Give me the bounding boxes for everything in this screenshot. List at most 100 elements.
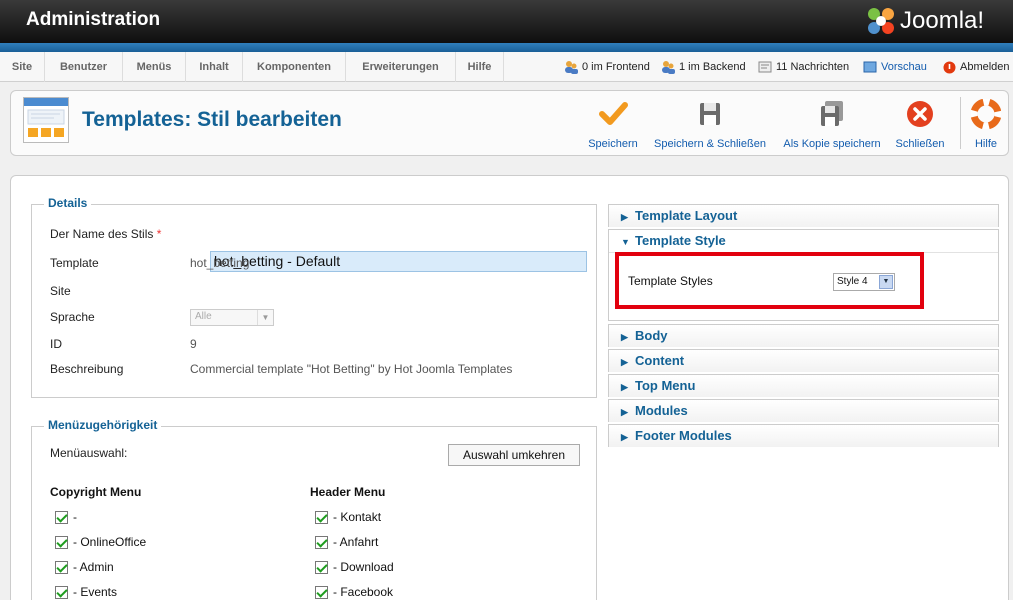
menu-item-label: - OnlineOffice: [73, 535, 147, 549]
messages-icon: [758, 61, 772, 73]
panel-content[interactable]: ▶ Content: [608, 349, 999, 372]
panel-footer-modules[interactable]: ▶ Footer Modules: [608, 424, 999, 447]
save-close-label: Speichern & Schließen: [654, 138, 766, 150]
preview-icon: [863, 61, 877, 73]
menu-item-label: - Facebook: [333, 585, 394, 599]
save-button[interactable]: Speichern: [581, 99, 645, 150]
close-icon: [907, 101, 933, 127]
panel-template-layout[interactable]: ▶ Template Layout: [608, 204, 999, 227]
menu-selection-label: Menüauswahl:: [50, 446, 128, 460]
save-copy-label: Als Kopie speichern: [783, 138, 881, 150]
menu-checkbox[interactable]: [55, 511, 68, 524]
status-frontend: 0 im Frontend: [564, 52, 650, 82]
menu-checkbox[interactable]: [55, 561, 68, 574]
help-button[interactable]: Hilfe: [966, 98, 1006, 150]
logout-icon: [943, 61, 956, 74]
users-icon: [662, 61, 675, 75]
menu-assignment-fieldset: Menüzugehörigkeit Menüauswahl: Auswahl u…: [31, 418, 597, 600]
checkmark-icon: [599, 102, 628, 125]
menu-content[interactable]: Inhalt: [186, 52, 243, 82]
close-button[interactable]: Schließen: [892, 99, 948, 150]
menu-checkbox[interactable]: [55, 586, 68, 599]
preview-link[interactable]: Vorschau: [881, 61, 927, 73]
highlight-box: [615, 252, 924, 309]
users-icon: [565, 61, 578, 75]
save-close-button[interactable]: Speichern & Schließen: [651, 99, 769, 150]
panel-title: Footer Modules: [635, 428, 732, 443]
panel-title: Top Menu: [635, 378, 696, 393]
language-label: Sprache: [50, 310, 95, 324]
chevron-down-icon: ▼: [257, 310, 273, 325]
save-copy-icon: [821, 101, 843, 126]
menu-assignment-legend: Menüzugehörigkeit: [44, 418, 162, 432]
panel-title: Template Layout: [635, 208, 738, 223]
triangle-right-icon: ▶: [621, 332, 628, 342]
style-name-label: Der Name des Stils *: [50, 227, 162, 241]
triangle-right-icon: ▶: [621, 407, 628, 417]
status-logout[interactable]: Abmelden: [943, 52, 1010, 82]
panel-title: Content: [635, 353, 685, 368]
menu-checkbox[interactable]: [315, 511, 328, 524]
header-menu-heading: Header Menu: [310, 485, 386, 499]
menu-users[interactable]: Benutzer: [45, 52, 123, 82]
description-value: Commercial template "Hot Betting" by Hot…: [190, 362, 513, 376]
description-label: Beschreibung: [50, 362, 124, 376]
details-legend: Details: [44, 196, 92, 210]
language-select: Alle ▼: [190, 309, 274, 326]
panel-modules[interactable]: ▶ Modules: [608, 399, 999, 422]
joomla-logo[interactable]: Joomla!: [866, 5, 1010, 37]
menu-checkbox[interactable]: [315, 536, 328, 549]
menu-checkbox[interactable]: [315, 586, 328, 599]
menu-item-label: - Download: [333, 560, 394, 574]
copyright-menu-heading: Copyright Menu: [50, 485, 142, 499]
status-backend: 1 im Backend: [661, 52, 746, 82]
menu-checkbox[interactable]: [315, 561, 328, 574]
panel-top-menu[interactable]: ▶ Top Menu: [608, 374, 999, 397]
triangle-right-icon: ▶: [621, 357, 628, 367]
lifebuoy-icon: [970, 98, 1002, 130]
invert-selection-button[interactable]: Auswahl umkehren: [448, 444, 580, 466]
template-value: hot_betting: [190, 256, 250, 270]
template-label: Template: [50, 256, 99, 270]
menu-checkbox[interactable]: [55, 536, 68, 549]
menu-item-label: -: [73, 510, 77, 524]
triangle-right-icon: ▶: [621, 212, 628, 222]
menu-site[interactable]: Site: [0, 52, 45, 82]
save-copy-button[interactable]: Als Kopie speichern: [778, 99, 886, 150]
panel-title: Body: [635, 328, 668, 343]
menu-extensions[interactable]: Erweiterungen: [346, 52, 456, 82]
style-name-input[interactable]: hot_betting - Default: [210, 251, 587, 272]
triangle-right-icon: ▶: [621, 382, 628, 392]
admin-header: Administration Joomla!: [0, 0, 1013, 43]
triangle-down-icon: ▼: [621, 237, 630, 247]
toolbar: Templates: Stil bearbeiten Speichern Spe…: [10, 90, 1009, 156]
toolbar-divider: [960, 97, 961, 149]
joomla-icon: [868, 8, 894, 34]
panel-title: Template Style: [635, 233, 726, 248]
messages-count[interactable]: 11 Nachrichten: [776, 61, 849, 73]
details-fieldset: Details Der Name des Stils * hot_betting…: [31, 196, 597, 398]
menu-help[interactable]: Hilfe: [456, 52, 504, 82]
backend-count: 1 im Backend: [679, 61, 746, 73]
panel-title: Modules: [635, 403, 688, 418]
id-value: 9: [190, 337, 197, 351]
header-bar: [0, 43, 1013, 52]
menu-item-label: - Events: [73, 585, 118, 599]
admin-menubar: Site Benutzer Menüs Inhalt Komponenten E…: [0, 52, 1013, 82]
menu-item-label: - Anfahrt: [333, 535, 379, 549]
site-label: Site: [50, 284, 71, 298]
logout-link[interactable]: Abmelden: [960, 61, 1010, 73]
admin-title: Administration: [26, 9, 161, 30]
id-label: ID: [50, 337, 62, 351]
main-panel: Details Der Name des Stils * hot_betting…: [10, 175, 1009, 600]
menu-item-label: - Kontakt: [333, 510, 382, 524]
status-messages[interactable]: 11 Nachrichten: [758, 52, 849, 82]
close-label: Schließen: [895, 138, 945, 150]
menu-item-label: - Admin: [73, 560, 114, 574]
menu-menus[interactable]: Menüs: [123, 52, 186, 82]
panel-body[interactable]: ▶ Body: [608, 324, 999, 347]
menu-components[interactable]: Komponenten: [243, 52, 346, 82]
template-page-icon: [23, 97, 69, 143]
status-preview[interactable]: Vorschau: [863, 52, 927, 82]
triangle-right-icon: ▶: [621, 432, 628, 442]
